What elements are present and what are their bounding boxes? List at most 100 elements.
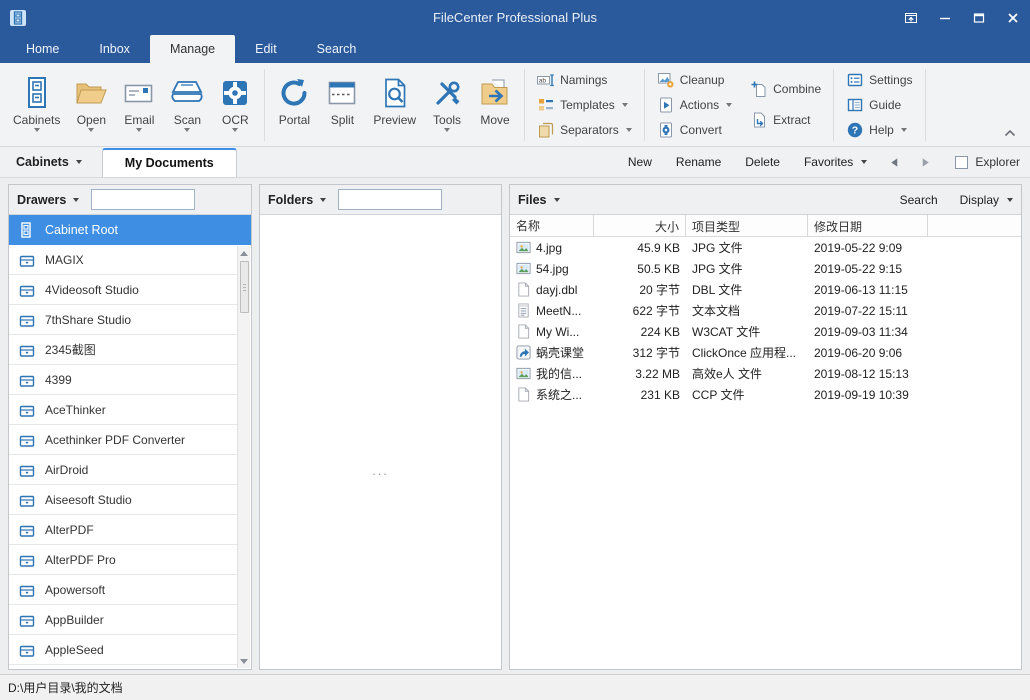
ribbon-button-label: Templates [560,98,615,112]
ribbon-button-cleanup[interactable]: Cleanup [657,67,732,92]
ribbon-button-combine[interactable]: Combine [750,77,821,102]
file-modified-cell: 2019-05-22 9:15 [808,262,928,276]
column-header-type[interactable]: 项目类型 [686,215,808,236]
file-row[interactable]: 54.jpg50.5 KBJPG 文件2019-05-22 9:15 [510,258,1021,279]
ribbon-button-open[interactable]: Open [67,71,115,139]
new-button[interactable]: New [628,155,652,169]
drawer-icon [19,522,35,538]
drawers-scrollbar[interactable] [237,246,250,668]
drawer-item-alterpdf[interactable]: AlterPDF [9,515,238,545]
column-header-size[interactable]: 大小 [594,215,686,236]
drawer-item-appleseed[interactable]: AppleSeed [9,635,238,665]
menu-tab-search[interactable]: Search [297,35,377,63]
chevron-down-icon [626,128,632,132]
scrollbar-thumb[interactable] [240,261,249,313]
drawers-search-input[interactable] [91,189,195,210]
chevron-down-icon [726,103,732,107]
file-name-cell: MeetN... [510,303,594,318]
drawer-item-airdroid[interactable]: AirDroid [9,455,238,485]
ribbon-button-settings[interactable]: Settings [846,67,912,92]
ribbon-button-split[interactable]: Split [318,71,366,139]
ribbon-button-email[interactable]: Email [115,71,163,139]
files-display-dropdown[interactable]: Display [960,193,1013,207]
drawer-item-acethinker[interactable]: AceThinker [9,395,238,425]
drawer-item-label: 2345截图 [45,341,96,358]
drawer-item-cabinet-root-selected[interactable]: Cabinet Root [9,215,251,245]
ribbon-button-help[interactable]: ?Help [846,117,912,142]
ribbon-button-convert[interactable]: Convert [657,117,732,142]
file-row[interactable]: My Wi...224 KBW3CAT 文件2019-09-03 11:34 [510,321,1021,342]
dock-window-icon[interactable] [894,0,928,35]
folders-search-input[interactable] [338,189,442,210]
drawer-item-apowersoft[interactable]: Apowersoft [9,575,238,605]
ribbon-button-ocr[interactable]: OCR [211,71,259,139]
minimize-icon[interactable] [928,0,962,35]
files-search-button[interactable]: Search [900,193,938,207]
column-header-name[interactable]: 名称 [510,215,594,236]
drawer-item-alterpdf-pro[interactable]: AlterPDF Pro [9,545,238,575]
ribbon-button-cabinets[interactable]: Cabinets [6,71,67,139]
column-header-modified[interactable]: 修改日期 [808,215,928,236]
ribbon-button-actions[interactable]: Actions [657,92,732,117]
file-name-cell: 我的信... [510,365,594,382]
close-icon[interactable] [996,0,1030,35]
file-row[interactable]: 4.jpg45.9 KBJPG 文件2019-05-22 9:09 [510,237,1021,258]
ribbon-button-separators[interactable]: Separators [537,117,632,142]
drawer-icon [19,582,35,598]
ribbon-button-extract[interactable]: Extract [750,107,821,132]
menu-tab-inbox[interactable]: Inbox [79,35,150,63]
menu-tab-home[interactable]: Home [6,35,79,63]
rename-button[interactable]: Rename [676,155,721,169]
drawer-item-acethinker-pdf-converter[interactable]: Acethinker PDF Converter [9,425,238,455]
drawer-item-4videosoft-studio[interactable]: 4Videosoft Studio [9,275,238,305]
drawer-item-appbuilder[interactable]: AppBuilder [9,605,238,635]
forward-arrow-icon[interactable] [920,157,931,168]
maximize-icon[interactable] [962,0,996,35]
ribbon-button-scan[interactable]: Scan [163,71,211,139]
file-size-cell: 224 KB [594,325,686,339]
titlebar: FileCenter Professional Plus [0,0,1030,35]
drawer-item-4399[interactable]: 4399 [9,365,238,395]
file-shortcut-icon [516,345,531,360]
drawer-icon [19,342,35,358]
file-row[interactable]: dayj.dbl20 字节DBL 文件2019-06-13 11:15 [510,279,1021,300]
drawer-item-aiseesoft-studio[interactable]: Aiseesoft Studio [9,485,238,515]
files-dropdown[interactable]: Files [518,193,560,207]
ribbon-button-preview[interactable]: Preview [366,71,423,139]
file-name: 蜗壳课堂 [536,344,584,361]
ribbon-button-tools[interactable]: Tools [423,71,471,139]
ribbon-button-move[interactable]: Move [471,71,519,139]
file-row[interactable]: 系统之...231 KBCCP 文件2019-09-19 10:39 [510,384,1021,405]
file-row[interactable]: 蜗壳课堂312 字节ClickOnce 应用程...2019-06-20 9:0… [510,342,1021,363]
explorer-toggle[interactable]: Explorer [955,155,1020,169]
drawer-item-7thshare-studio[interactable]: 7thShare Studio [9,305,238,335]
chevron-down-icon [73,198,79,202]
file-row[interactable]: 我的信...3.22 MB高效e人 文件2019-08-12 15:13 [510,363,1021,384]
cabinets-dropdown[interactable]: Cabinets [10,147,88,177]
ribbon-button-label: Settings [869,73,912,87]
folders-loading-placeholder: ... [372,463,389,478]
favorites-dropdown[interactable]: Favorites [804,155,867,169]
scroll-down-icon[interactable] [238,654,251,668]
ribbon-button-label: Move [480,113,509,127]
ribbon-collapse-chevron-icon[interactable] [1004,126,1016,140]
drawer-item-magix[interactable]: MAGIX [9,245,238,275]
explorer-checkbox[interactable] [955,156,968,169]
folders-dropdown[interactable]: Folders [268,193,326,207]
menu-tab-manage[interactable]: Manage [150,35,235,63]
tab-my-documents[interactable]: My Documents [102,148,237,177]
file-image-icon [516,366,531,381]
menu-tab-edit[interactable]: Edit [235,35,297,63]
back-arrow-icon[interactable] [889,157,900,168]
ribbon-button-templates[interactable]: Templates [537,92,632,117]
delete-button[interactable]: Delete [745,155,780,169]
drawer-item-2345[interactable]: 2345截图 [9,335,238,365]
ribbon-button-namings[interactable]: abNamings [537,67,632,92]
ribbon-button-portal[interactable]: Portal [270,71,318,139]
file-row[interactable]: MeetN...622 字节文本文档2019-07-22 15:11 [510,300,1021,321]
files-panel-header: Files Search Display [510,185,1021,215]
scroll-up-icon[interactable] [238,246,251,260]
ribbon-button-guide[interactable]: Guide [846,92,912,117]
drawers-dropdown[interactable]: Drawers [17,193,79,207]
chevron-down-icon [184,128,190,132]
